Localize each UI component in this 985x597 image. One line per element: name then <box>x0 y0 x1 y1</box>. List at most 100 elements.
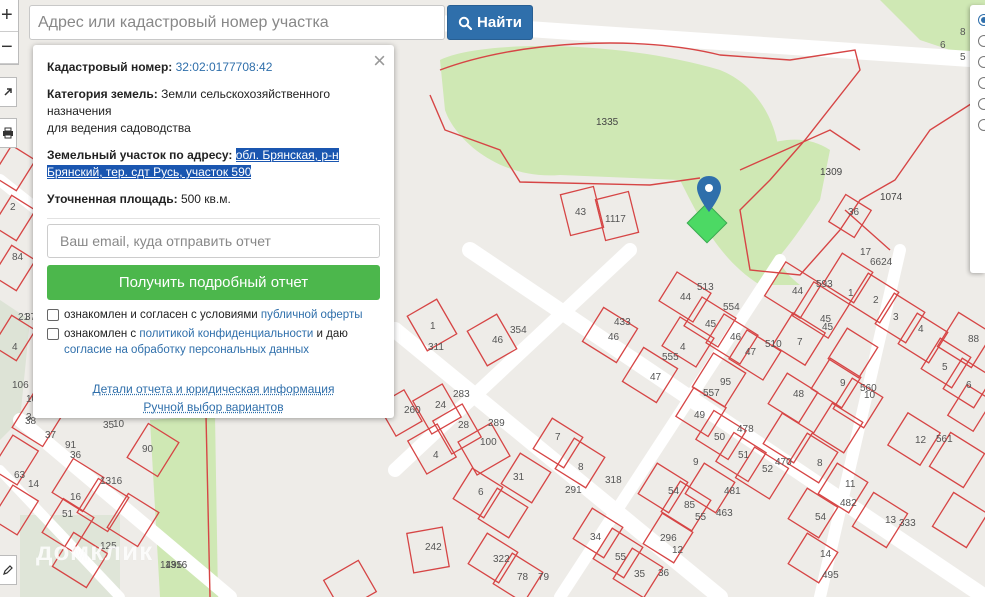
plot-number-label: 31 <box>513 472 525 483</box>
privacy-consent-label: ознакомлен с <box>64 328 137 340</box>
privacy-consent-text: ознакомлен с политикой конфиденциальност… <box>64 326 380 358</box>
plot-number-label: 561 <box>936 434 953 445</box>
draw-tool-button[interactable] <box>0 555 17 585</box>
plot-number-label: 1495 <box>160 560 183 571</box>
public-offer-link[interactable]: публичной оферты <box>261 309 363 321</box>
layer-radio[interactable] <box>978 77 985 89</box>
plot-number-label: 1 <box>430 321 436 332</box>
plot-number-label: 51 <box>738 450 750 461</box>
zoom-out-button[interactable]: − <box>0 32 18 64</box>
get-report-button[interactable]: Получить подробный отчет <box>47 265 380 300</box>
plot-number-label: 4 <box>918 324 924 335</box>
plot-number-label: 5 <box>942 362 948 373</box>
plot-number-label: 5 <box>960 52 966 63</box>
layer-radio[interactable] <box>978 14 985 26</box>
pencil-icon <box>3 565 13 575</box>
plot-number-label: 7 <box>555 432 561 443</box>
plot-number-label: 46 <box>492 335 504 346</box>
domclick-watermark: домклик <box>36 536 154 566</box>
plot-number-label: 510 <box>765 339 782 350</box>
search-button[interactable]: Найти <box>447 5 533 40</box>
layer-radio[interactable] <box>978 56 985 68</box>
plot-number-label: 6 <box>478 487 484 498</box>
area-row: Уточненная площадь: 500 кв.м. <box>47 191 380 208</box>
plot-number-label: 106 <box>12 380 29 391</box>
plot-number-label: 51 <box>62 509 74 520</box>
privacy-policy-link[interactable]: политикой конфиденциальности <box>139 328 313 340</box>
data-processing-consent-link[interactable]: согласие на обработку персональных данны… <box>64 344 309 356</box>
plot-number-label: 291 <box>565 485 582 496</box>
offer-consent-checkbox[interactable] <box>47 309 59 321</box>
plot-number-label: 12 <box>672 545 684 556</box>
plot-number-label: 47 <box>650 372 662 383</box>
popup-divider <box>47 218 380 219</box>
printer-icon <box>3 127 13 139</box>
plot-number-label: 48 <box>793 389 805 400</box>
plot-number-label: 4 <box>12 342 18 353</box>
privacy-consent-checkbox-row: ознакомлен с политикой конфиденциальност… <box>47 326 380 358</box>
cadastral-number-row: Кадастровый номер: 32:02:0177708:42 <box>47 59 380 76</box>
land-category-label: Категория земель: <box>47 87 158 101</box>
plot-number-label: 78 <box>517 572 529 583</box>
plot-number-label: 3 <box>893 312 899 323</box>
plot-number-label: 8 <box>960 27 966 38</box>
cadastral-number-link[interactable]: 32:02:0177708:42 <box>176 60 273 74</box>
plot-number-label: 289 <box>488 418 505 429</box>
layer-panel <box>970 5 985 273</box>
plot-number-label: 481 <box>724 486 741 497</box>
plot-number-label: 44 <box>792 286 804 297</box>
plot-number-label: 34 <box>590 532 602 543</box>
plot-number-label: 9 <box>840 378 846 389</box>
plot-number-label: 46 <box>608 332 620 343</box>
plot-number-label: 6624 <box>870 257 893 268</box>
plot-number-label: 560 <box>860 383 877 394</box>
plot-number-label: 296 <box>660 533 677 544</box>
plot-number-label: 45 <box>705 319 717 330</box>
plot-number-label: 24 <box>435 400 447 411</box>
plot-number-label: 6 <box>966 380 972 391</box>
plot-number-label: 55 <box>695 512 707 523</box>
plot-number-label: 554 <box>723 302 740 313</box>
plot-number-label: 482 <box>840 498 857 509</box>
plot-number-label: 2 <box>10 202 16 213</box>
plot-number-label: 10 <box>113 419 125 430</box>
layer-radio[interactable] <box>978 98 985 110</box>
plot-number-label: 100 <box>480 437 497 448</box>
plot-number-label: 513 <box>697 282 714 293</box>
zoom-in-button[interactable]: + <box>0 0 18 32</box>
fullscreen-button[interactable] <box>0 77 17 107</box>
plot-number-label: 36 <box>658 568 670 579</box>
address-label: Земельный участок по адресу: <box>47 148 233 162</box>
plot-number-label: 8 <box>578 462 584 473</box>
plot-number-label: 14 <box>28 479 40 490</box>
report-details-link[interactable]: Детали отчета и юридическая информация <box>47 382 380 396</box>
plot-number-label: 1316 <box>100 476 123 487</box>
plot-number-label: 9 <box>693 457 699 468</box>
plot-number-label: 43 <box>575 207 587 218</box>
plot-number-label: 90 <box>142 444 154 455</box>
plot-number-label: 433 <box>614 317 631 328</box>
plot-number-label: 555 <box>662 352 679 363</box>
area-label: 1309 <box>820 167 843 178</box>
plot-number-label: 54 <box>815 512 827 523</box>
plot-number-label: 6 <box>940 40 946 51</box>
plot-number-label: 354 <box>510 325 527 336</box>
plot-number-label: 463 <box>716 508 733 519</box>
layer-radio[interactable] <box>978 119 985 131</box>
plot-number-label: 318 <box>605 475 622 486</box>
privacy-consent-checkbox[interactable] <box>47 328 59 340</box>
address-row: Земельный участок по адресу: обл. Брянск… <box>47 147 380 181</box>
plot-number-label: 3 <box>26 412 32 423</box>
plot-number-label: 79 <box>538 572 550 583</box>
close-popup-button[interactable]: × <box>373 50 386 72</box>
layer-radio[interactable] <box>978 35 985 47</box>
print-button[interactable] <box>0 118 17 148</box>
search-input[interactable] <box>29 5 445 40</box>
email-field[interactable] <box>47 224 380 258</box>
plot-number-label: 54 <box>668 486 680 497</box>
plot-number-label: 63 <box>14 470 26 481</box>
plot-number-label: 46 <box>730 332 742 343</box>
search-button-label: Найти <box>477 14 522 31</box>
manual-selection-link[interactable]: Ручной выбор вариантов <box>47 400 380 414</box>
plot-number-label: 91 <box>65 440 77 451</box>
